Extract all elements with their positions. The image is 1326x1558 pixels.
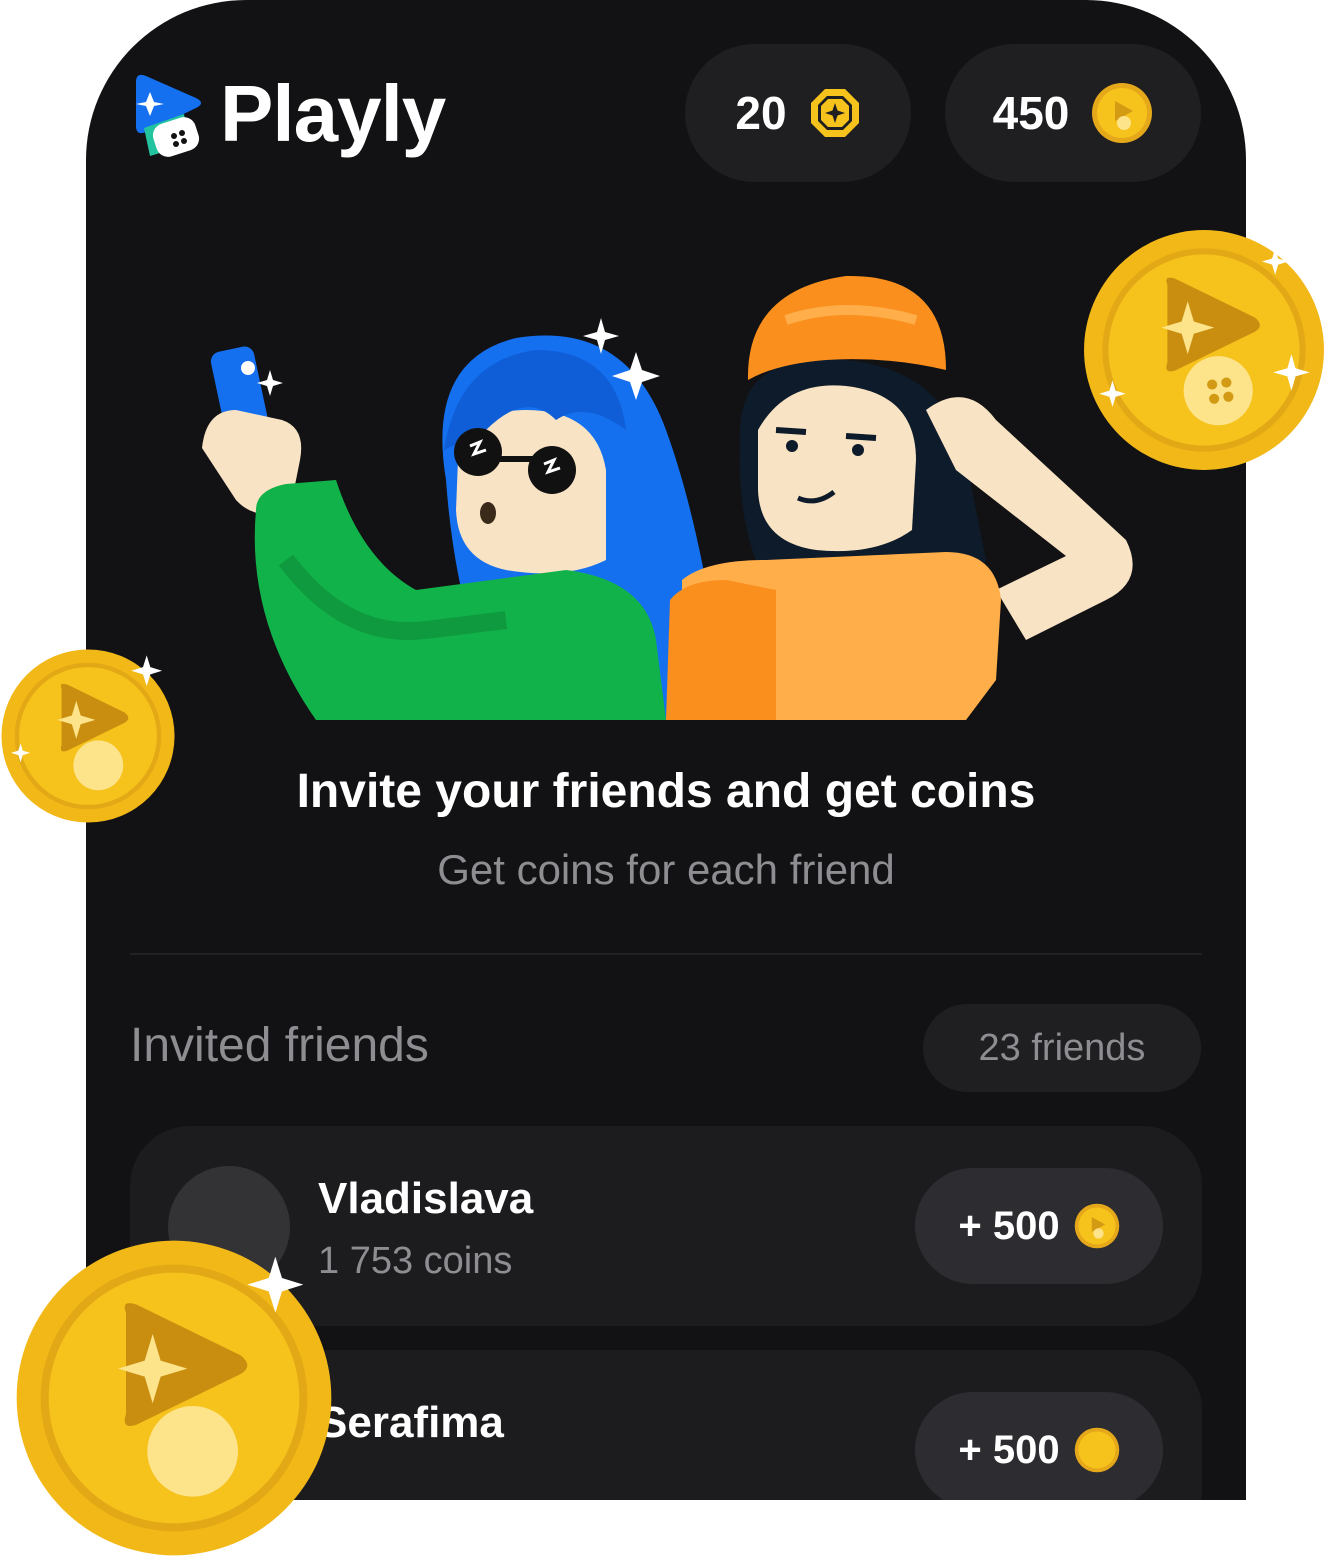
floating-coin-icon bbox=[1, 649, 175, 823]
coin-icon bbox=[1092, 83, 1153, 143]
coin-icon bbox=[1074, 1203, 1119, 1249]
promo-title: Invite your friends and get coins bbox=[296, 765, 1036, 818]
gems-balance[interactable]: 20 bbox=[685, 44, 911, 182]
friend-name: Serafima bbox=[318, 1398, 504, 1447]
invited-friends-title: Invited friends bbox=[130, 1019, 429, 1072]
coin-icon bbox=[1074, 1427, 1119, 1473]
app-logo: Playly bbox=[130, 68, 446, 160]
reward-value: + 500 bbox=[958, 1427, 1060, 1472]
friends-count-badge: 23 friends bbox=[923, 1004, 1201, 1092]
reward-button[interactable]: + 500 bbox=[915, 1392, 1163, 1500]
floating-coin-icon bbox=[16, 1240, 332, 1556]
gem-token-icon bbox=[810, 89, 859, 137]
floating-coin-icon bbox=[1084, 230, 1324, 470]
reward-value: + 500 bbox=[958, 1203, 1060, 1248]
friend-coins: 1 753 coins bbox=[318, 1240, 513, 1282]
app-name: Playly bbox=[220, 69, 446, 158]
friend-name: Vladislava bbox=[318, 1174, 534, 1223]
coins-value: 450 bbox=[992, 87, 1070, 139]
playly-logo-icon bbox=[136, 74, 201, 157]
section-divider bbox=[130, 953, 1202, 955]
friends-selfie-illustration bbox=[202, 275, 1133, 720]
reward-button[interactable]: + 500 bbox=[915, 1168, 1163, 1284]
coins-balance[interactable]: 450 bbox=[945, 44, 1201, 182]
promo-subtitle: Get coins for each friend bbox=[437, 846, 895, 893]
gems-value: 20 bbox=[735, 87, 787, 139]
